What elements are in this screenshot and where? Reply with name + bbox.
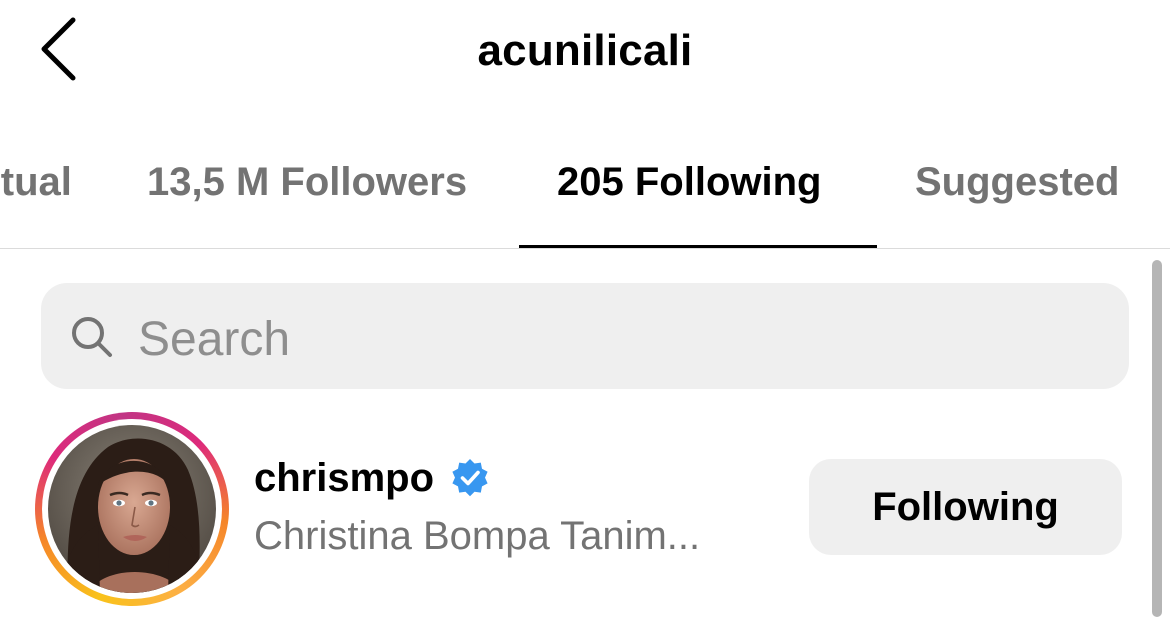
header-bar: acunilicali: [0, 0, 1170, 110]
list-item-fullname: Christina Bompa Tanim...: [254, 514, 701, 558]
active-tab-indicator: [519, 245, 877, 248]
tab-mutual-label: Mutual: [0, 160, 70, 204]
profile-photo: [48, 425, 216, 593]
tab-following[interactable]: 205 Following: [557, 160, 821, 205]
scrollbar[interactable]: [1152, 260, 1162, 617]
tab-followers[interactable]: 13,5 M Followers: [147, 160, 467, 205]
following-button[interactable]: Following: [809, 459, 1122, 555]
tab-mutual[interactable]: Mutual: [0, 160, 70, 205]
tab-suggested[interactable]: Suggested: [915, 160, 1119, 205]
search-placeholder: Search: [138, 313, 291, 366]
list-item-username[interactable]: chrismpo: [254, 456, 434, 501]
avatar: [48, 425, 216, 593]
search-icon: [72, 317, 112, 357]
avatar-story-ring[interactable]: [35, 412, 229, 606]
tab-bar: Mutual 13,5 M Followers 205 Following Su…: [0, 140, 1170, 249]
verified-badge-icon: [452, 459, 488, 497]
page-title: acunilicali: [477, 26, 693, 75]
